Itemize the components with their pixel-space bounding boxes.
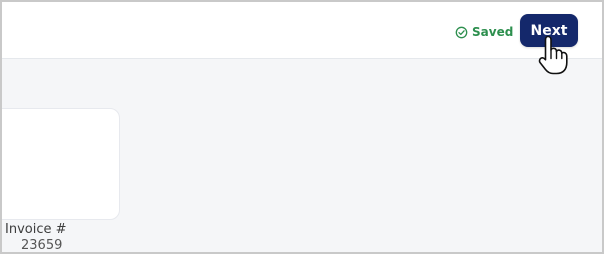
check-circle-icon	[455, 26, 468, 39]
save-status-text: Saved	[472, 25, 514, 39]
save-status: Saved	[455, 24, 513, 40]
hand-cursor-icon	[538, 35, 568, 75]
invoice-number-value: 23659	[21, 238, 63, 253]
top-toolbar: Saved Next	[2, 2, 602, 59]
app-window: Saved Next Invoice # 23659	[0, 0, 604, 254]
invoice-number-label: Invoice #	[5, 222, 67, 237]
invoice-card	[2, 108, 120, 220]
